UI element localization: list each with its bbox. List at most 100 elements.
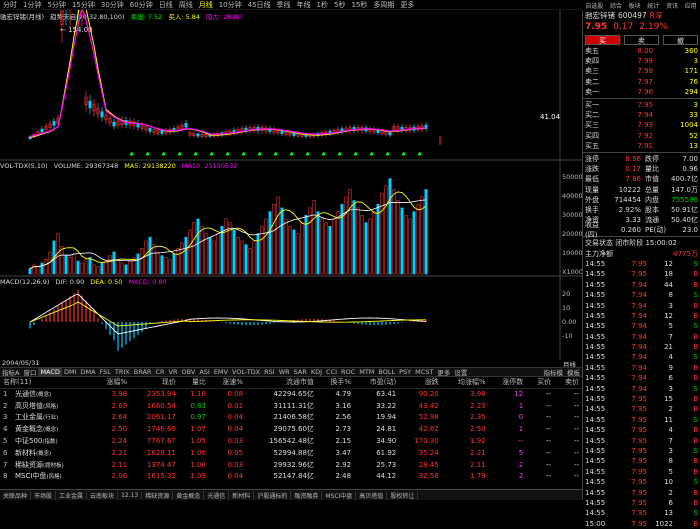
top-func-1[interactable]: 综合 xyxy=(610,1,622,10)
bottom-tab-1[interactable]: 市场股 xyxy=(31,490,57,500)
volume-bar xyxy=(328,225,332,275)
top-func-0[interactable]: 自选股 xyxy=(585,1,603,10)
volume-bar xyxy=(316,211,320,275)
col-header-0[interactable]: 名称(11) xyxy=(0,377,94,389)
table-row[interactable]: 8 MSCI中盘(风格) 2.06 1615.32 1.09 0.04 52147.84亿 2… xyxy=(0,471,582,483)
indicator-tab-11[interactable]: ASI xyxy=(197,368,212,376)
col-header-10[interactable]: 涨停数 xyxy=(488,377,527,389)
indicator-tab-13[interactable]: VOL-TDX xyxy=(230,368,262,376)
period-5[interactable]: 60分钟 xyxy=(127,0,156,10)
bottom-tab-3[interactable]: 云南板块 xyxy=(87,490,119,500)
table-row[interactable]: 4 黄金概念(概念) 2.50 1746.69 1.07 0.04 29075.60亿 2.7… xyxy=(0,423,582,435)
period-9[interactable]: 10分钟 xyxy=(216,0,245,10)
col-header-7[interactable]: 市盈(动) xyxy=(354,377,400,389)
indicator-tab-24[interactable]: 更多 xyxy=(435,367,452,377)
period-16[interactable]: 多周期 xyxy=(370,0,397,10)
kline-charts[interactable]: 50000 40000 30000 20000 10000 X1000 20 10 0.00 -1… xyxy=(0,10,582,365)
indicator-tab-16[interactable]: SAR xyxy=(292,368,309,376)
indicator-tab-18[interactable]: CCI xyxy=(324,368,339,376)
indicator-tab-1[interactable]: 窗口 xyxy=(21,367,38,377)
bottom-tab-6[interactable]: 黄金概念 xyxy=(173,490,205,500)
period-1[interactable]: 1分钟 xyxy=(20,0,44,10)
bottom-tab-9[interactable]: 沪股通标的 xyxy=(254,490,292,500)
bottom-tab-7[interactable]: 光通信 xyxy=(204,490,230,500)
table-row[interactable]: 1 光通信(概念) 3.98 2353.94 1.18 0.08 42294.65亿 4.79… xyxy=(0,388,582,400)
period-17[interactable]: 更多 xyxy=(397,0,417,10)
col-header-6[interactable]: 换手% xyxy=(316,377,355,389)
indicator-tab-20[interactable]: MTM xyxy=(357,368,376,376)
indicator-tab-21[interactable]: BOLL xyxy=(376,368,397,376)
col-header-12[interactable]: 卖价 xyxy=(554,377,582,389)
bottom-tab-12[interactable]: 高贝塔值 xyxy=(356,490,388,500)
buy-button[interactable]: 买 xyxy=(585,35,620,45)
indicator-tab-22[interactable]: PSY xyxy=(397,368,413,376)
table-row[interactable]: 7 稀缺资源(题材板) 2.11 1374.47 1.08 0.03 29932.96亿 2.… xyxy=(0,459,582,471)
period-0[interactable]: 分时 xyxy=(0,0,20,10)
indicator-tab-17[interactable]: KDJ xyxy=(309,368,324,376)
cancel-button[interactable]: 撤 xyxy=(663,35,698,45)
cell-bid: -- xyxy=(546,437,552,446)
top-func-5[interactable]: 应用 xyxy=(685,1,697,10)
indicator-tab-7[interactable]: BRAR xyxy=(132,368,154,376)
bottom-tab-13[interactable]: 股权转让 xyxy=(387,490,419,500)
top-func-4[interactable]: 资讯 xyxy=(666,1,678,10)
period-15[interactable]: 15秒 xyxy=(348,0,370,10)
indicator-tab-6[interactable]: TRIX xyxy=(113,368,132,376)
table-row[interactable]: 3 工业金属(行业) 2.64 2061.17 0.97 0.04 21406.58亿 2.5… xyxy=(0,412,582,424)
period-6[interactable]: 日线 xyxy=(156,0,176,10)
indicator-tab-3[interactable]: DMI xyxy=(62,368,79,376)
indicator-tab-2[interactable]: MACD xyxy=(38,368,62,376)
indicator-tab-0[interactable]: 指标A xyxy=(0,367,21,377)
indicator-tab-10[interactable]: OBV xyxy=(179,368,197,376)
last-price-label: 41.04 xyxy=(540,113,561,121)
tab-right-1[interactable]: 模板 xyxy=(565,367,582,377)
bottom-tab-8[interactable]: 新材料 xyxy=(229,490,255,500)
period-3[interactable]: 15分钟 xyxy=(69,0,98,10)
col-header-4[interactable]: 涨速% xyxy=(208,377,247,389)
volume-bar xyxy=(152,244,156,275)
col-header-5[interactable]: 流通市值 xyxy=(246,377,317,389)
col-header-8[interactable]: 涨跌 xyxy=(399,377,442,389)
sell-button[interactable]: 卖 xyxy=(624,35,659,45)
top-func-3[interactable]: 统计 xyxy=(647,1,659,10)
indicator-tab-14[interactable]: RSI xyxy=(262,368,277,376)
period-4[interactable]: 30分钟 xyxy=(98,0,127,10)
period-14[interactable]: 5秒 xyxy=(331,0,348,10)
top-func-2[interactable]: 板块 xyxy=(629,1,641,10)
indicator-tab-25[interactable]: 设置 xyxy=(452,367,469,377)
bottom-tab-2[interactable]: 工业金属 xyxy=(56,490,88,500)
bottom-tab-4[interactable]: 12.13 xyxy=(118,491,143,499)
volume-bar xyxy=(300,222,304,275)
indicator-tab-8[interactable]: CR xyxy=(153,368,166,376)
bottom-tab-11[interactable]: MSCI中盘 xyxy=(322,490,357,500)
bottom-tab-10[interactable]: 融资融券 xyxy=(291,490,323,500)
period-10[interactable]: 45日线 xyxy=(245,0,274,10)
indicator-tab-4[interactable]: DMA xyxy=(78,368,97,376)
bottom-tab-5[interactable]: 稀缺资源 xyxy=(142,490,174,500)
col-header-3[interactable]: 量比 xyxy=(178,377,209,389)
tab-right-0[interactable]: 指标模 xyxy=(542,367,566,377)
period-2[interactable]: 5分钟 xyxy=(44,0,68,10)
sector-name: 7 稀缺资源(题材板) xyxy=(3,460,64,469)
period-12[interactable]: 年线 xyxy=(294,0,314,10)
period-13[interactable]: 1秒 xyxy=(314,0,331,10)
table-row[interactable]: 6 新材料(概念) 2.21 1629.11 1.00 0.05 52994.88亿 3.47… xyxy=(0,447,582,459)
col-header-1[interactable]: 涨幅% xyxy=(93,377,131,389)
period-7[interactable]: 周线 xyxy=(176,0,196,10)
col-header-11[interactable]: 买价 xyxy=(526,377,555,389)
table-row[interactable]: 5 中证500(指数) 2.24 7767.67 1.05 0.03 156542.48亿 2… xyxy=(0,435,582,447)
bottom-tab-0[interactable]: 关联品种 xyxy=(0,490,32,500)
vol-axis-label: 30000 xyxy=(562,211,582,219)
col-header-2[interactable]: 现价 xyxy=(130,377,179,389)
period-11[interactable]: 季线 xyxy=(274,0,294,10)
indicator-tab-15[interactable]: WR xyxy=(277,368,292,376)
table-row[interactable]: 2 高贝塔值(风格) 2.69 1660.54 0.83 0.01 31111.31亿 3.1… xyxy=(0,400,582,412)
indicator-tab-19[interactable]: ROC xyxy=(339,368,357,376)
indicator-tab-12[interactable]: EMV xyxy=(212,368,230,376)
indicator-tab-9[interactable]: VR xyxy=(167,368,180,376)
cell-pe: 25.73 xyxy=(376,460,397,469)
indicator-tab-23[interactable]: MCST xyxy=(413,368,435,376)
period-8[interactable]: 月线 xyxy=(196,0,216,10)
indicator-tab-5[interactable]: FSL xyxy=(98,368,113,376)
col-header-9[interactable]: 均涨幅% xyxy=(441,377,489,389)
